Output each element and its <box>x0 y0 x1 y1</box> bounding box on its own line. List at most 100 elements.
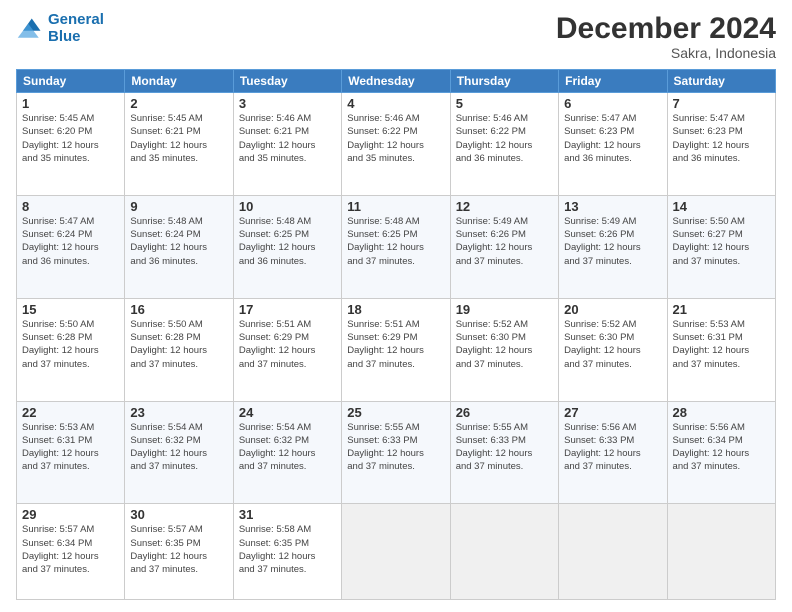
table-row <box>559 504 667 600</box>
table-row: 16Sunrise: 5:50 AM Sunset: 6:28 PM Dayli… <box>125 298 233 401</box>
day-number: 31 <box>239 507 336 522</box>
day-info: Sunrise: 5:48 AM Sunset: 6:25 PM Dayligh… <box>239 215 336 268</box>
table-row <box>450 504 558 600</box>
table-row: 3Sunrise: 5:46 AM Sunset: 6:21 PM Daylig… <box>233 93 341 196</box>
day-info: Sunrise: 5:50 AM Sunset: 6:27 PM Dayligh… <box>673 215 770 268</box>
day-info: Sunrise: 5:55 AM Sunset: 6:33 PM Dayligh… <box>456 421 553 474</box>
table-row: 29Sunrise: 5:57 AM Sunset: 6:34 PM Dayli… <box>17 504 125 600</box>
day-info: Sunrise: 5:50 AM Sunset: 6:28 PM Dayligh… <box>130 318 227 371</box>
day-info: Sunrise: 5:54 AM Sunset: 6:32 PM Dayligh… <box>130 421 227 474</box>
day-number: 30 <box>130 507 227 522</box>
day-info: Sunrise: 5:50 AM Sunset: 6:28 PM Dayligh… <box>22 318 119 371</box>
day-info: Sunrise: 5:57 AM Sunset: 6:35 PM Dayligh… <box>130 523 227 576</box>
day-number: 26 <box>456 405 553 420</box>
day-number: 17 <box>239 302 336 317</box>
day-info: Sunrise: 5:56 AM Sunset: 6:33 PM Dayligh… <box>564 421 661 474</box>
day-number: 3 <box>239 96 336 111</box>
day-number: 6 <box>564 96 661 111</box>
day-info: Sunrise: 5:53 AM Sunset: 6:31 PM Dayligh… <box>22 421 119 474</box>
table-row: 22Sunrise: 5:53 AM Sunset: 6:31 PM Dayli… <box>17 401 125 504</box>
day-info: Sunrise: 5:51 AM Sunset: 6:29 PM Dayligh… <box>239 318 336 371</box>
day-number: 9 <box>130 199 227 214</box>
day-info: Sunrise: 5:47 AM Sunset: 6:23 PM Dayligh… <box>673 112 770 165</box>
day-info: Sunrise: 5:55 AM Sunset: 6:33 PM Dayligh… <box>347 421 444 474</box>
col-friday: Friday <box>559 70 667 93</box>
day-info: Sunrise: 5:53 AM Sunset: 6:31 PM Dayligh… <box>673 318 770 371</box>
day-number: 5 <box>456 96 553 111</box>
table-row: 2Sunrise: 5:45 AM Sunset: 6:21 PM Daylig… <box>125 93 233 196</box>
day-number: 13 <box>564 199 661 214</box>
main-title: December 2024 <box>556 12 776 45</box>
table-row: 1Sunrise: 5:45 AM Sunset: 6:20 PM Daylig… <box>17 93 125 196</box>
table-row: 19Sunrise: 5:52 AM Sunset: 6:30 PM Dayli… <box>450 298 558 401</box>
day-info: Sunrise: 5:58 AM Sunset: 6:35 PM Dayligh… <box>239 523 336 576</box>
day-info: Sunrise: 5:56 AM Sunset: 6:34 PM Dayligh… <box>673 421 770 474</box>
day-info: Sunrise: 5:49 AM Sunset: 6:26 PM Dayligh… <box>564 215 661 268</box>
day-number: 8 <box>22 199 119 214</box>
day-number: 12 <box>456 199 553 214</box>
day-number: 4 <box>347 96 444 111</box>
table-row: 4Sunrise: 5:46 AM Sunset: 6:22 PM Daylig… <box>342 93 450 196</box>
day-number: 27 <box>564 405 661 420</box>
day-number: 25 <box>347 405 444 420</box>
col-tuesday: Tuesday <box>233 70 341 93</box>
table-row: 31Sunrise: 5:58 AM Sunset: 6:35 PM Dayli… <box>233 504 341 600</box>
day-number: 20 <box>564 302 661 317</box>
day-info: Sunrise: 5:51 AM Sunset: 6:29 PM Dayligh… <box>347 318 444 371</box>
table-row: 18Sunrise: 5:51 AM Sunset: 6:29 PM Dayli… <box>342 298 450 401</box>
day-number: 18 <box>347 302 444 317</box>
day-number: 28 <box>673 405 770 420</box>
table-row: 10Sunrise: 5:48 AM Sunset: 6:25 PM Dayli… <box>233 195 341 298</box>
table-row <box>667 504 775 600</box>
col-thursday: Thursday <box>450 70 558 93</box>
table-row: 14Sunrise: 5:50 AM Sunset: 6:27 PM Dayli… <box>667 195 775 298</box>
day-info: Sunrise: 5:48 AM Sunset: 6:25 PM Dayligh… <box>347 215 444 268</box>
calendar-table: Sunday Monday Tuesday Wednesday Thursday… <box>16 69 776 600</box>
day-info: Sunrise: 5:47 AM Sunset: 6:24 PM Dayligh… <box>22 215 119 268</box>
subtitle: Sakra, Indonesia <box>556 45 776 61</box>
day-number: 1 <box>22 96 119 111</box>
calendar-header-row: Sunday Monday Tuesday Wednesday Thursday… <box>17 70 776 93</box>
day-number: 22 <box>22 405 119 420</box>
table-row: 26Sunrise: 5:55 AM Sunset: 6:33 PM Dayli… <box>450 401 558 504</box>
table-row: 6Sunrise: 5:47 AM Sunset: 6:23 PM Daylig… <box>559 93 667 196</box>
logo-icon <box>16 15 44 43</box>
day-info: Sunrise: 5:52 AM Sunset: 6:30 PM Dayligh… <box>456 318 553 371</box>
day-info: Sunrise: 5:57 AM Sunset: 6:34 PM Dayligh… <box>22 523 119 576</box>
day-info: Sunrise: 5:45 AM Sunset: 6:21 PM Dayligh… <box>130 112 227 165</box>
table-row: 24Sunrise: 5:54 AM Sunset: 6:32 PM Dayli… <box>233 401 341 504</box>
day-number: 2 <box>130 96 227 111</box>
day-info: Sunrise: 5:48 AM Sunset: 6:24 PM Dayligh… <box>130 215 227 268</box>
day-number: 7 <box>673 96 770 111</box>
logo: General Blue <box>16 12 104 45</box>
table-row: 15Sunrise: 5:50 AM Sunset: 6:28 PM Dayli… <box>17 298 125 401</box>
table-row: 23Sunrise: 5:54 AM Sunset: 6:32 PM Dayli… <box>125 401 233 504</box>
day-number: 24 <box>239 405 336 420</box>
day-number: 15 <box>22 302 119 317</box>
table-row: 30Sunrise: 5:57 AM Sunset: 6:35 PM Dayli… <box>125 504 233 600</box>
table-row <box>342 504 450 600</box>
table-row: 25Sunrise: 5:55 AM Sunset: 6:33 PM Dayli… <box>342 401 450 504</box>
table-row: 8Sunrise: 5:47 AM Sunset: 6:24 PM Daylig… <box>17 195 125 298</box>
logo-text: General Blue <box>48 12 104 45</box>
table-row: 21Sunrise: 5:53 AM Sunset: 6:31 PM Dayli… <box>667 298 775 401</box>
table-row: 20Sunrise: 5:52 AM Sunset: 6:30 PM Dayli… <box>559 298 667 401</box>
day-number: 14 <box>673 199 770 214</box>
table-row: 11Sunrise: 5:48 AM Sunset: 6:25 PM Dayli… <box>342 195 450 298</box>
day-info: Sunrise: 5:46 AM Sunset: 6:22 PM Dayligh… <box>456 112 553 165</box>
day-number: 11 <box>347 199 444 214</box>
day-number: 16 <box>130 302 227 317</box>
table-row: 17Sunrise: 5:51 AM Sunset: 6:29 PM Dayli… <box>233 298 341 401</box>
day-info: Sunrise: 5:45 AM Sunset: 6:20 PM Dayligh… <box>22 112 119 165</box>
table-row: 28Sunrise: 5:56 AM Sunset: 6:34 PM Dayli… <box>667 401 775 504</box>
day-number: 19 <box>456 302 553 317</box>
day-info: Sunrise: 5:52 AM Sunset: 6:30 PM Dayligh… <box>564 318 661 371</box>
day-info: Sunrise: 5:46 AM Sunset: 6:21 PM Dayligh… <box>239 112 336 165</box>
table-row: 9Sunrise: 5:48 AM Sunset: 6:24 PM Daylig… <box>125 195 233 298</box>
col-sunday: Sunday <box>17 70 125 93</box>
day-info: Sunrise: 5:47 AM Sunset: 6:23 PM Dayligh… <box>564 112 661 165</box>
header: General Blue December 2024 Sakra, Indone… <box>16 12 776 61</box>
col-monday: Monday <box>125 70 233 93</box>
page: General Blue December 2024 Sakra, Indone… <box>0 0 792 612</box>
table-row: 5Sunrise: 5:46 AM Sunset: 6:22 PM Daylig… <box>450 93 558 196</box>
